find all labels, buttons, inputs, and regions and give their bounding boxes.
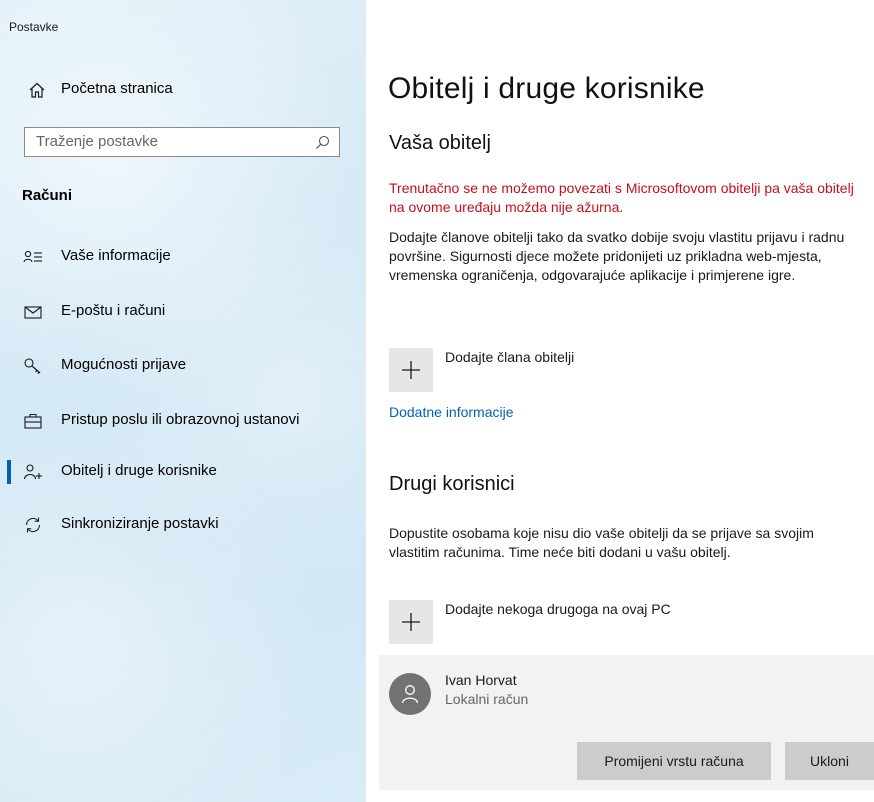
sidebar-item-work-school[interactable]: Pristup poslu ili obrazovnoj ustanovi [0, 401, 366, 441]
section-title: Računi [22, 187, 73, 204]
sidebar-item-sign-in-options[interactable]: Mogućnosti prijave [0, 346, 366, 386]
search-icon[interactable] [315, 135, 330, 150]
remove-user-button[interactable]: Ukloni [785, 742, 874, 780]
sidebar-item-label: Pristup poslu ili obrazovnoj ustanovi [61, 411, 300, 428]
sidebar-item-label: Obitelj i druge korisnike [61, 462, 217, 479]
user-account-type: Lokalni račun [445, 691, 529, 707]
home-nav-item[interactable]: Početna stranica [0, 76, 366, 104]
more-info-link[interactable]: Dodatne informacije [389, 404, 514, 420]
sidebar-item-label: Vaše informacije [61, 247, 171, 264]
app-title: Postavke [9, 20, 59, 34]
user-name: Ivan Horvat [445, 672, 517, 688]
key-icon [24, 358, 41, 374]
plus-icon [402, 613, 420, 631]
home-label: Početna stranica [61, 80, 173, 97]
other-users-heading: Drugi korisnici [389, 473, 515, 495]
add-person-icon [23, 464, 42, 480]
family-description: Dodajte članove obitelji tako da svatko … [389, 229, 845, 283]
sidebar-item-sync-settings[interactable]: Sinkroniziranje postavki [0, 505, 366, 545]
add-family-member-button[interactable] [389, 348, 433, 392]
home-icon [29, 82, 45, 98]
other-users-description: Dopustite osobama koje nisu dio vaše obi… [389, 525, 814, 560]
search-placeholder: Traženje postavke [36, 133, 159, 150]
avatar [389, 673, 431, 715]
family-heading: Vaša obitelj [389, 132, 491, 154]
briefcase-icon [24, 413, 42, 429]
add-other-user-label[interactable]: Dodajte nekoga drugoga na ovaj PC [445, 601, 671, 617]
mail-icon [24, 306, 42, 319]
add-family-member-label[interactable]: Dodajte člana obitelji [445, 349, 574, 365]
sync-icon [25, 517, 41, 533]
family-error-text: Trenutačno se ne možemo povezati s Micro… [389, 180, 854, 215]
sidebar-item-email-accounts[interactable]: E-poštu i računi [0, 292, 366, 332]
add-other-user-button[interactable] [389, 600, 433, 644]
sidebar-item-family-users[interactable]: Obitelj i druge korisnike [0, 452, 366, 492]
sidebar-item-your-info[interactable]: Vaše informacije [0, 237, 366, 277]
page-title: Obitelj i druge korisnike [388, 72, 705, 105]
sidebar-item-label: Sinkroniziranje postavki [61, 515, 219, 532]
plus-icon [402, 361, 420, 379]
selection-indicator [7, 460, 11, 484]
search-input[interactable]: Traženje postavke [24, 127, 340, 157]
contact-info-icon [23, 250, 42, 263]
sidebar-item-label: Mogućnosti prijave [61, 356, 187, 373]
change-account-type-button[interactable]: Promijeni vrstu računa [577, 742, 771, 780]
sidebar-item-label: E-poštu i računi [61, 302, 166, 319]
person-icon [401, 685, 419, 704]
user-card[interactable]: Ivan Horvat Lokalni račun Promijeni vrst… [379, 655, 874, 790]
sidebar: Postavke Početna stranica Traženje posta… [0, 0, 366, 802]
